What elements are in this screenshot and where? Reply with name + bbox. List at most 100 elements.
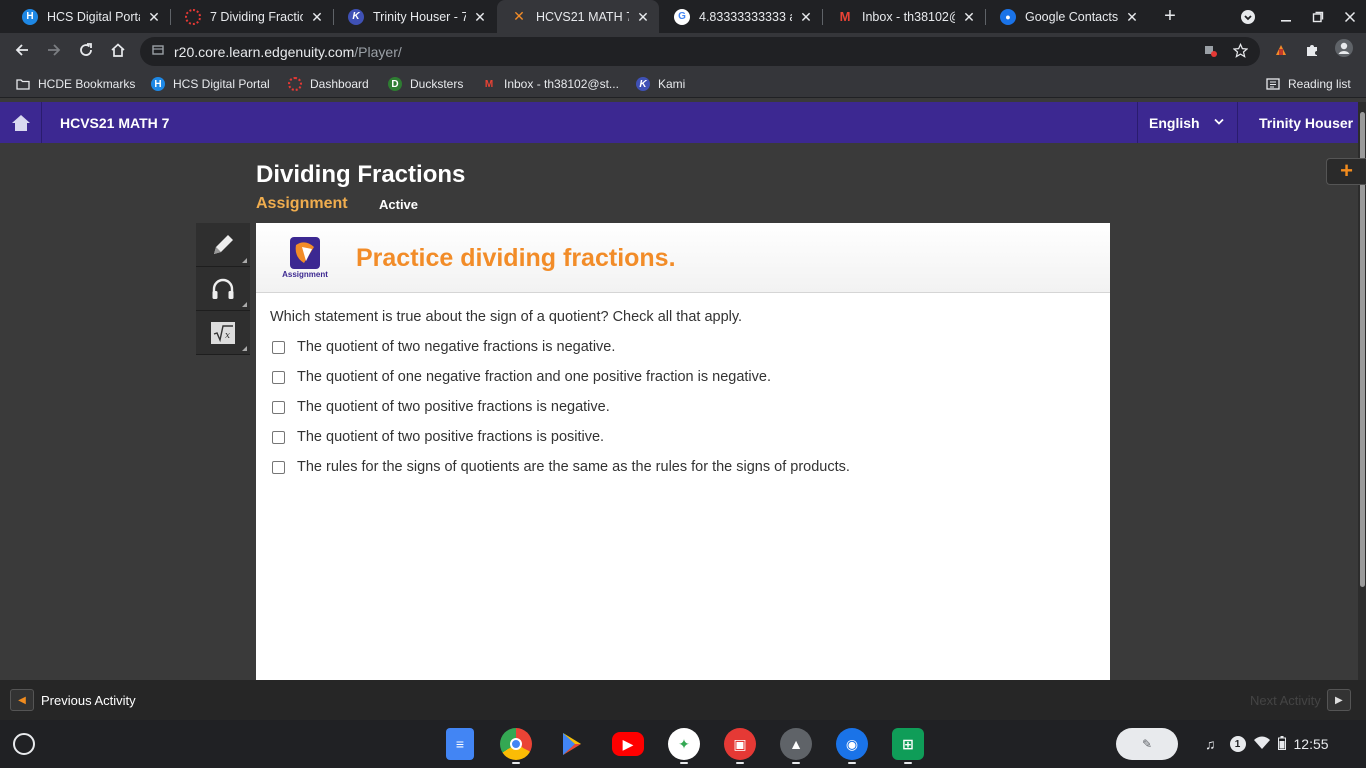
answer-label[interactable]: The rules for the signs of quotients are… bbox=[297, 459, 850, 475]
close-icon[interactable]: ✕ bbox=[472, 9, 488, 25]
classroom-app-icon[interactable]: ✦ bbox=[668, 728, 700, 760]
browser-tab[interactable]: ● Google Contacts ✕ bbox=[986, 0, 1148, 33]
answer-checkbox[interactable] bbox=[272, 340, 285, 354]
close-icon[interactable]: ✕ bbox=[309, 9, 325, 25]
bookmark-label: Dashboard bbox=[310, 77, 369, 91]
browser-tab[interactable]: G 4.83333333333 a ✕ bbox=[660, 0, 822, 33]
answer-checkbox[interactable] bbox=[272, 400, 285, 414]
close-icon[interactable]: ✕ bbox=[635, 9, 651, 25]
pencil-tool[interactable] bbox=[196, 223, 250, 267]
close-window-icon[interactable] bbox=[1335, 0, 1365, 33]
browser-tab[interactable]: M Inbox - th38102@ ✕ bbox=[823, 0, 985, 33]
answer-label[interactable]: The quotient of two negative fractions i… bbox=[297, 339, 615, 355]
app-home-button[interactable] bbox=[0, 102, 42, 143]
bookmark-star-icon[interactable] bbox=[1231, 42, 1249, 59]
url-host: r20.core.learn.edgenuity.com bbox=[174, 44, 355, 60]
clock[interactable]: 12:55 bbox=[1294, 736, 1329, 752]
bookmark-dashboard[interactable]: Dashboard bbox=[288, 76, 369, 92]
home-icon[interactable] bbox=[104, 38, 132, 66]
browser-tab-active[interactable]: ✕ HCVS21 MATH 7 - ✕ bbox=[497, 0, 659, 33]
extension-icon[interactable] bbox=[1267, 38, 1295, 66]
previous-activity-button[interactable]: ◀ Previous Activity bbox=[10, 689, 136, 711]
answer-option[interactable]: The quotient of two positive fractions i… bbox=[272, 427, 604, 447]
language-label: English bbox=[1149, 114, 1200, 131]
answer-option[interactable]: The quotient of one negative fraction an… bbox=[272, 367, 771, 387]
close-icon[interactable]: ✕ bbox=[798, 9, 814, 25]
audio-tool[interactable] bbox=[196, 267, 250, 311]
answer-label[interactable]: The quotient of two positive fractions i… bbox=[297, 399, 610, 415]
close-icon[interactable]: ✕ bbox=[961, 9, 977, 25]
browser-tab[interactable]: K Trinity Houser - 7 D ✕ bbox=[334, 0, 496, 33]
close-icon[interactable]: ✕ bbox=[146, 9, 162, 25]
new-tab-button[interactable]: + bbox=[1159, 5, 1181, 27]
youtube-icon[interactable]: ▶ bbox=[612, 732, 644, 756]
expand-plus-button[interactable]: + bbox=[1326, 158, 1366, 185]
camera-app-icon[interactable]: ◉ bbox=[836, 728, 868, 760]
math-tool[interactable]: x bbox=[196, 311, 250, 355]
docs-app-icon[interactable]: ≡ bbox=[446, 728, 474, 760]
media-controls-icon[interactable]: ♫ bbox=[1205, 736, 1216, 752]
answer-option[interactable]: The quotient of two negative fractions i… bbox=[272, 337, 615, 357]
bookmark-hcde[interactable]: HCDE Bookmarks bbox=[16, 76, 135, 92]
answer-option[interactable]: The rules for the signs of quotients are… bbox=[272, 457, 850, 477]
system-tray[interactable]: ♫ 1 12:55 bbox=[1205, 728, 1357, 760]
bookmark-ducksters[interactable]: D Ducksters bbox=[388, 76, 463, 92]
dashed-circle-icon bbox=[288, 77, 302, 91]
minimize-icon[interactable] bbox=[1271, 0, 1301, 33]
answer-checkbox[interactable] bbox=[272, 370, 285, 384]
square-root-icon: x bbox=[211, 321, 235, 344]
answer-label[interactable]: The quotient of one negative fraction an… bbox=[297, 369, 771, 385]
play-store-icon[interactable] bbox=[556, 728, 588, 760]
site-info-icon[interactable] bbox=[150, 43, 166, 59]
answer-option[interactable]: The quotient of two positive fractions i… bbox=[272, 397, 610, 417]
wifi-icon bbox=[1253, 736, 1270, 752]
status-badge: Active bbox=[379, 197, 419, 212]
language-select[interactable]: English bbox=[1137, 102, 1238, 143]
bookmark-hcs-portal[interactable]: H HCS Digital Portal bbox=[151, 76, 270, 92]
bookmark-inbox[interactable]: M Inbox - th38102@st... bbox=[482, 76, 619, 92]
gallery-app-icon[interactable]: ▣ bbox=[724, 728, 756, 760]
activity-heading: Practice dividing fractions. bbox=[356, 244, 676, 272]
answer-label[interactable]: The quotient of two positive fractions i… bbox=[297, 429, 604, 445]
stylus-tray-icon[interactable]: ✎ bbox=[1116, 728, 1178, 760]
forward-icon[interactable] bbox=[40, 38, 68, 66]
reload-icon[interactable] bbox=[72, 38, 100, 66]
restore-icon[interactable] bbox=[1303, 0, 1333, 33]
launcher-icon[interactable] bbox=[13, 733, 35, 755]
close-icon[interactable]: ✕ bbox=[1124, 9, 1140, 25]
address-bar[interactable]: r20.core.learn.edgenuity.com/Player/ bbox=[140, 37, 1260, 66]
profile-avatar[interactable] bbox=[1330, 38, 1358, 66]
chevron-left-icon: ◀ bbox=[10, 689, 34, 711]
question-text: Which statement is true about the sign o… bbox=[270, 309, 743, 325]
puzzle-icon[interactable] bbox=[1298, 38, 1326, 66]
browser-toolbar: r20.core.learn.edgenuity.com/Player/ bbox=[0, 33, 1366, 70]
running-indicator bbox=[736, 762, 744, 764]
tab-search-icon[interactable] bbox=[1233, 0, 1263, 33]
answer-checkbox[interactable] bbox=[272, 430, 285, 444]
logo-caption: Assignment bbox=[282, 270, 328, 279]
reading-list-button[interactable]: Reading list bbox=[1266, 76, 1351, 92]
url-text: r20.core.learn.edgenuity.com/Player/ bbox=[174, 44, 402, 60]
tool-palette: x bbox=[196, 223, 250, 357]
back-icon[interactable] bbox=[8, 38, 36, 66]
bookmark-kami[interactable]: K Kami bbox=[636, 76, 685, 92]
reading-list-icon bbox=[1266, 77, 1280, 91]
browser-tab[interactable]: H HCS Digital Portal ✕ bbox=[8, 0, 170, 33]
browser-tab-bar: H HCS Digital Portal ✕ 7 Dividing Fracti… bbox=[0, 0, 1366, 33]
running-indicator bbox=[904, 762, 912, 764]
answer-checkbox[interactable] bbox=[272, 460, 285, 474]
page-scrollbar[interactable] bbox=[1358, 102, 1366, 688]
sheets-app-icon[interactable]: ⊞ bbox=[892, 728, 924, 760]
chrome-app-icon[interactable] bbox=[500, 728, 532, 760]
notification-count-badge[interactable]: 1 bbox=[1229, 736, 1246, 752]
next-activity-button[interactable]: Next Activity ▶ bbox=[1250, 689, 1351, 711]
course-title[interactable]: HCVS21 MATH 7 bbox=[60, 115, 169, 131]
camera-blocked-icon[interactable] bbox=[1202, 43, 1218, 59]
svg-text:x: x bbox=[225, 331, 230, 341]
drive-app-icon[interactable]: ▲ bbox=[780, 728, 812, 760]
running-indicator bbox=[792, 762, 800, 764]
user-name[interactable]: Trinity Houser bbox=[1259, 115, 1353, 131]
os-shelf: ≡ ▶ ✦ ▣ ▲ ◉ ⊞ ✎ ♫ 1 12:55 bbox=[0, 720, 1366, 768]
browser-tab[interactable]: 7 Dividing Fractio ✕ bbox=[171, 0, 333, 33]
tool-menu-corner bbox=[242, 302, 247, 307]
